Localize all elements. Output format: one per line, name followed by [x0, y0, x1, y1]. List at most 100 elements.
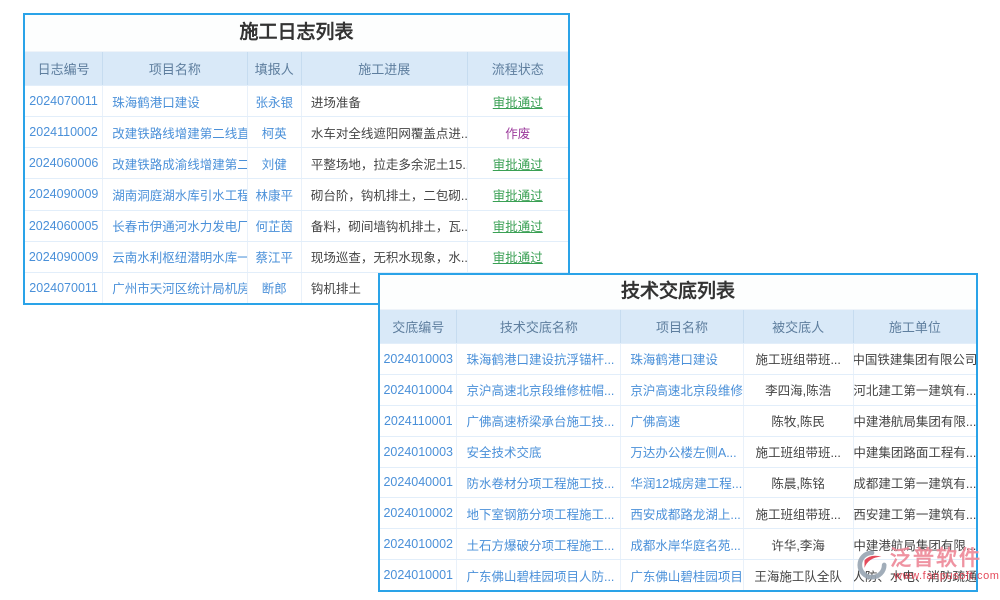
log-id-link[interactable]: 2024090009 [25, 179, 103, 209]
project-link[interactable]: 京沪高速北京段维修 [621, 375, 743, 405]
disclosure-id-link[interactable]: 2024040001 [380, 468, 457, 498]
project-link[interactable]: 华润12城房建工程... [621, 468, 743, 498]
progress-text: 砌台阶，钩机排土，二包砌... [302, 179, 468, 209]
recipient-text: 陈牧,陈民 [744, 406, 854, 436]
reporter-link[interactable]: 断郎 [248, 273, 302, 303]
reporter-link[interactable]: 张永银 [248, 86, 302, 116]
col-header-recipient: 被交底人 [744, 310, 854, 343]
project-link[interactable]: 湖南洞庭湖水库引水工程... [103, 179, 247, 209]
project-link[interactable]: 广东佛山碧桂园项目 [621, 560, 743, 590]
col-header-project: 项目名称 [103, 52, 247, 85]
log-table-body: 2024070011 珠海鹤港口建设 张永银 进场准备 审批通过 2024110… [25, 85, 568, 303]
disclosure-id-link[interactable]: 2024010001 [380, 560, 457, 590]
log-table-title: 施工日志列表 [25, 15, 568, 52]
disclosure-id-link[interactable]: 2024010002 [380, 498, 457, 528]
disclosure-name-link[interactable]: 土石方爆破分项工程施工... [457, 529, 621, 559]
col-header-status: 流程状态 [468, 52, 568, 85]
disclosure-name-link[interactable]: 广东佛山碧桂园项目人防... [457, 560, 621, 590]
unit-text: 成都建工第一建筑有... [854, 468, 976, 498]
disclosure-name-link[interactable]: 地下室钢筋分项工程施工... [457, 498, 621, 528]
recipient-text: 王海施工队全队 [744, 560, 854, 590]
project-link[interactable]: 珠海鹤港口建设 [103, 86, 247, 116]
recipient-text: 施工班组带班... [744, 344, 854, 374]
col-header-progress: 施工进展 [302, 52, 468, 85]
status-badge[interactable]: 审批通过 [468, 179, 568, 209]
project-link[interactable]: 改建铁路线增建第二线直... [103, 117, 247, 147]
disclosure-name-link[interactable]: 防水卷材分项工程施工技... [457, 468, 621, 498]
recipient-text: 陈晨,陈铭 [744, 468, 854, 498]
project-link[interactable]: 广佛高速 [621, 406, 743, 436]
construction-log-table: 施工日志列表 日志编号 项目名称 填报人 施工进展 流程状态 202407001… [23, 13, 570, 305]
log-id-link[interactable]: 2024060006 [25, 148, 103, 178]
reporter-link[interactable]: 何芷茵 [248, 211, 302, 241]
log-row[interactable]: 2024070011 珠海鹤港口建设 张永银 进场准备 审批通过 [25, 85, 568, 116]
log-id-link[interactable]: 2024070011 [25, 86, 103, 116]
recipient-text: 许华,李海 [744, 529, 854, 559]
log-id-link[interactable]: 2024090009 [25, 242, 103, 272]
unit-text: 中建集团路面工程有... [854, 437, 976, 467]
log-row[interactable]: 2024090009 湖南洞庭湖水库引水工程... 林康平 砌台阶，钩机排土，二… [25, 178, 568, 209]
status-badge[interactable]: 审批通过 [468, 242, 568, 272]
fanpu-logo-icon [857, 550, 887, 585]
unit-text: 中国铁建集团有限公司 [854, 344, 976, 374]
recipient-text: 李四海,陈浩 [744, 375, 854, 405]
disclosure-id-link[interactable]: 2024010004 [380, 375, 457, 405]
watermark-url: www.fanpusoft.com [894, 570, 1000, 582]
reporter-link[interactable]: 柯英 [248, 117, 302, 147]
project-link[interactable]: 珠海鹤港口建设 [621, 344, 743, 374]
disclosure-id-link[interactable]: 2024110001 [380, 406, 457, 436]
status-badge[interactable]: 审批通过 [468, 86, 568, 116]
log-row[interactable]: 2024060005 长春市伊通河水力发电厂... 何芷茵 备料，砌间墙钩机排土… [25, 210, 568, 241]
unit-text: 中建港航局集团有限... [854, 406, 976, 436]
unit-text: 河北建工第一建筑有... [854, 375, 976, 405]
disclosure-row[interactable]: 2024040001 防水卷材分项工程施工技... 华润12城房建工程... 陈… [380, 467, 976, 498]
reporter-link[interactable]: 林康平 [248, 179, 302, 209]
disclosure-id-link[interactable]: 2024010003 [380, 344, 457, 374]
recipient-text: 施工班组带班... [744, 498, 854, 528]
log-id-link[interactable]: 2024070011 [25, 273, 103, 303]
disclosure-row[interactable]: 2024110001 广佛高速桥梁承台施工技... 广佛高速 陈牧,陈民 中建港… [380, 405, 976, 436]
log-id-link[interactable]: 2024060005 [25, 211, 103, 241]
log-id-link[interactable]: 2024110002 [25, 117, 103, 147]
disclosure-id-link[interactable]: 2024010003 [380, 437, 457, 467]
col-header-reporter: 填报人 [248, 52, 302, 85]
col-header-disclosure-id: 交底编号 [380, 310, 457, 343]
watermark-brand-name: 泛普软件 [890, 546, 1000, 571]
disclosure-row[interactable]: 2024010003 安全技术交底 万达办公楼左侧A... 施工班组带班... … [380, 436, 976, 467]
reporter-link[interactable]: 刘健 [248, 148, 302, 178]
log-row[interactable]: 2024060006 改建铁路成渝线增建第二... 刘健 平整场地，拉走多余泥土… [25, 147, 568, 178]
disclosure-row[interactable]: 2024010003 珠海鹤港口建设抗浮锚杆... 珠海鹤港口建设 施工班组带班… [380, 343, 976, 374]
status-badge[interactable]: 作废 [468, 117, 568, 147]
recipient-text: 施工班组带班... [744, 437, 854, 467]
disclosure-row[interactable]: 2024010002 地下室钢筋分项工程施工... 西安成都路龙湖上... 施工… [380, 497, 976, 528]
status-badge[interactable]: 审批通过 [468, 148, 568, 178]
disclosure-id-link[interactable]: 2024010002 [380, 529, 457, 559]
progress-text: 进场准备 [302, 86, 468, 116]
log-row[interactable]: 2024110002 改建铁路线增建第二线直... 柯英 水车对全线遮阳网覆盖点… [25, 116, 568, 147]
disclosure-name-link[interactable]: 珠海鹤港口建设抗浮锚杆... [457, 344, 621, 374]
project-link[interactable]: 改建铁路成渝线增建第二... [103, 148, 247, 178]
project-link[interactable]: 西安成都路龙湖上... [621, 498, 743, 528]
technical-disclosure-table: 技术交底列表 交底编号 技术交底名称 项目名称 被交底人 施工单位 202401… [378, 273, 978, 592]
log-row[interactable]: 2024090009 云南水利枢纽潜明水库一... 蔡江平 现场巡查，无积水现象… [25, 241, 568, 272]
project-link[interactable]: 广州市天河区统计局机房... [103, 273, 247, 303]
col-header-disclosure-name: 技术交底名称 [457, 310, 621, 343]
disclosure-name-link[interactable]: 安全技术交底 [457, 437, 621, 467]
progress-text: 备料，砌间墙钩机排土，瓦... [302, 211, 468, 241]
progress-text: 平整场地，拉走多余泥土15... [302, 148, 468, 178]
col-header-log-id: 日志编号 [25, 52, 103, 85]
disclosure-table-title: 技术交底列表 [380, 275, 976, 310]
unit-text: 西安建工第一建筑有... [854, 498, 976, 528]
col-header-unit: 施工单位 [854, 310, 976, 343]
progress-text: 水车对全线遮阳网覆盖点进... [302, 117, 468, 147]
disclosure-row[interactable]: 2024010004 京沪高速北京段维修桩帽... 京沪高速北京段维修 李四海,… [380, 374, 976, 405]
disclosure-name-link[interactable]: 广佛高速桥梁承台施工技... [457, 406, 621, 436]
project-link[interactable]: 云南水利枢纽潜明水库一... [103, 242, 247, 272]
disclosure-name-link[interactable]: 京沪高速北京段维修桩帽... [457, 375, 621, 405]
project-link[interactable]: 成都水岸华庭名苑... [621, 529, 743, 559]
reporter-link[interactable]: 蔡江平 [248, 242, 302, 272]
disclosure-table-header: 交底编号 技术交底名称 项目名称 被交底人 施工单位 [380, 310, 976, 343]
project-link[interactable]: 万达办公楼左侧A... [621, 437, 743, 467]
status-badge[interactable]: 审批通过 [468, 211, 568, 241]
project-link[interactable]: 长春市伊通河水力发电厂... [103, 211, 247, 241]
